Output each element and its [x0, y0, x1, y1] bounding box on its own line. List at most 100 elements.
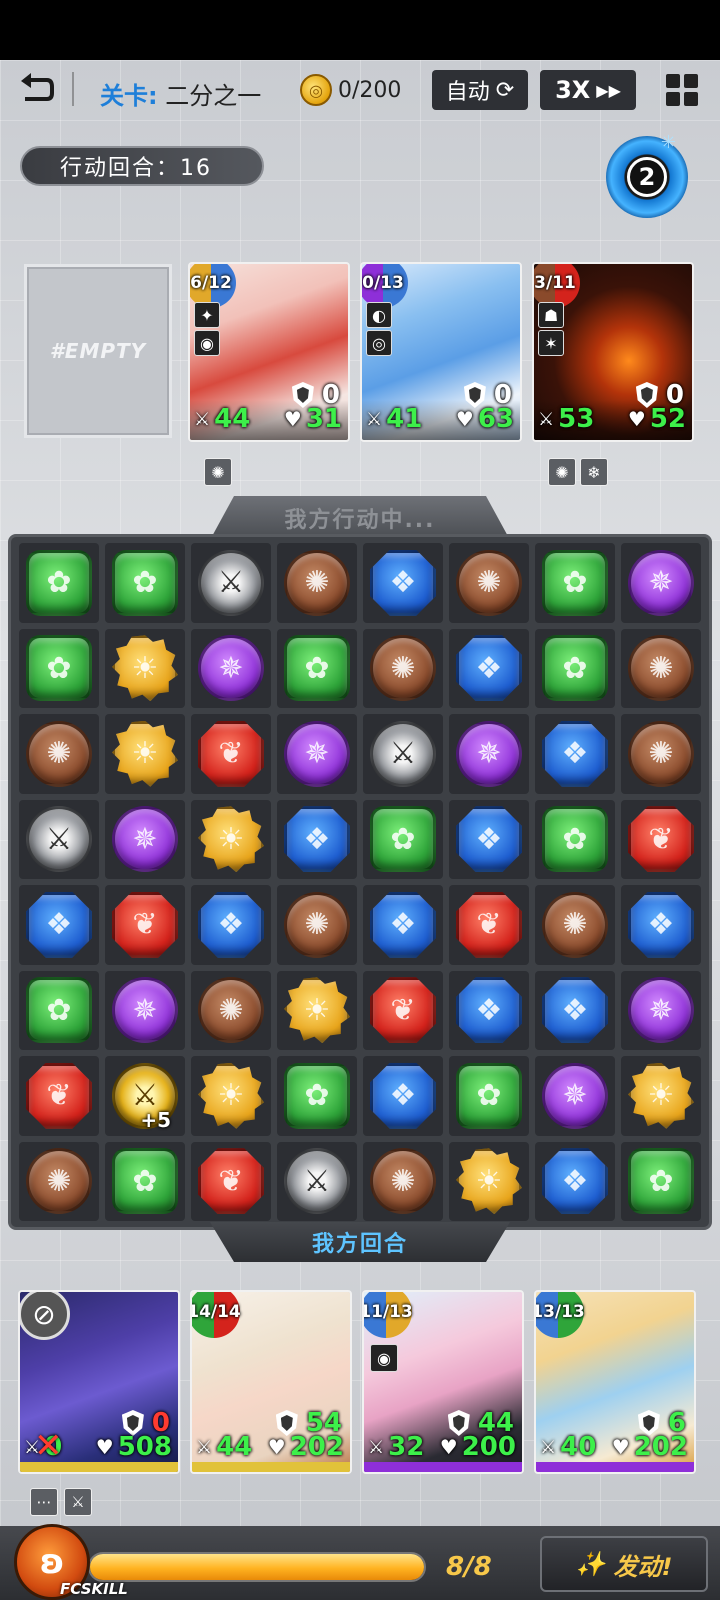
board-cell[interactable]: ☀ — [621, 1056, 701, 1136]
board-cell[interactable]: ❖ — [535, 1141, 615, 1221]
board-cell[interactable]: ✿ — [105, 543, 185, 623]
board-cell[interactable]: ☀ — [105, 628, 185, 708]
back-button[interactable] — [14, 68, 60, 108]
brown-gem-icon: ✺ — [26, 720, 92, 787]
skill-icon[interactable]: ✦ — [194, 302, 220, 328]
board-cell[interactable]: ☀ — [105, 714, 185, 794]
board-cell[interactable]: ☀ — [191, 799, 271, 879]
board-cell[interactable]: ✿ — [363, 799, 443, 879]
party-card-2[interactable]: 14/14 54 ⚔ 44 ♥ 202 — [190, 1290, 352, 1474]
enemy-card-3[interactable]: 3/11 ☗ ✶ 0 ⚔ 53 ♥ 52 — [532, 262, 694, 442]
board-cell[interactable]: ✵ — [277, 714, 357, 794]
board-cell[interactable]: ⚔ — [363, 714, 443, 794]
board-cell[interactable]: ✺ — [621, 714, 701, 794]
board-cell[interactable]: ❖ — [535, 714, 615, 794]
board-cell[interactable]: ✺ — [19, 1141, 99, 1221]
chat-icon[interactable]: ⋯ — [30, 1488, 58, 1516]
enemy-card-1[interactable]: 6/12 ✦ ◉ 0 ⚔ 44 ♥ 31 — [188, 262, 350, 442]
board-cell[interactable]: ✵ — [535, 1056, 615, 1136]
board-cell[interactable]: ✿ — [19, 970, 99, 1050]
boot-icon: ⚔ — [538, 408, 555, 430]
board-cell[interactable]: ⚔ — [277, 1141, 357, 1221]
blue-gem-icon: ❖ — [370, 1062, 436, 1129]
board-cell[interactable]: ❦ — [19, 1056, 99, 1136]
board-cell[interactable]: ❖ — [449, 970, 529, 1050]
board-cell[interactable]: ✺ — [19, 714, 99, 794]
board-cell[interactable]: ✵ — [105, 970, 185, 1050]
board-cell[interactable]: ✺ — [277, 885, 357, 965]
board-cell[interactable]: ❖ — [277, 799, 357, 879]
board-cell[interactable]: ✿ — [105, 1141, 185, 1221]
board-cell[interactable]: ❖ — [191, 885, 271, 965]
board-cell[interactable]: ✵ — [105, 799, 185, 879]
board-cell[interactable]: ✵ — [449, 714, 529, 794]
board-cell[interactable]: ❖ — [535, 970, 615, 1050]
status-effect-icon[interactable]: ✺ — [204, 458, 232, 486]
board-cell[interactable]: ✵ — [191, 628, 271, 708]
skill-icon[interactable]: ◉ — [194, 330, 220, 356]
board-cell[interactable]: ❖ — [363, 885, 443, 965]
board-cell[interactable]: ☀ — [277, 970, 357, 1050]
speed-button[interactable]: 3X ▶▶ — [540, 70, 636, 110]
board-cell[interactable]: ✺ — [449, 543, 529, 623]
skill-icon[interactable]: ◎ — [366, 330, 392, 356]
board-cell[interactable]: ✿ — [277, 1056, 357, 1136]
skill-icon[interactable]: ☗ — [538, 302, 564, 328]
swords-icon[interactable]: ⚔ — [64, 1488, 92, 1516]
board-cell[interactable]: ❖ — [363, 543, 443, 623]
board-cell[interactable]: ✺ — [535, 885, 615, 965]
board-cell[interactable]: ❖ — [621, 885, 701, 965]
party-card-4[interactable]: 13/13 6 ⚔ 40 ♥ 202 — [534, 1290, 696, 1474]
board-cell[interactable]: ✺ — [363, 628, 443, 708]
enemy-card-2[interactable]: 0/13 ◐ ◎ 0 ⚔ 41 ♥ 63 — [360, 262, 522, 442]
board-cell[interactable]: ✺ — [363, 1141, 443, 1221]
board-cell[interactable]: ☀ — [191, 1056, 271, 1136]
board-cell[interactable]: ✺ — [621, 628, 701, 708]
green-gem-icon: ✿ — [628, 1148, 694, 1215]
board-cell[interactable]: ❖ — [363, 1056, 443, 1136]
board-cell[interactable]: ✿ — [277, 628, 357, 708]
board-cell[interactable]: ✿ — [535, 628, 615, 708]
menu-grid-icon[interactable] — [662, 70, 702, 110]
board-cell[interactable]: ✿ — [621, 1141, 701, 1221]
board-cell[interactable]: ❖ — [449, 799, 529, 879]
red-gem-icon: ❦ — [198, 1148, 264, 1215]
board-cell[interactable]: ✿ — [449, 1056, 529, 1136]
freeze-icon[interactable]: ❄ — [580, 458, 608, 486]
purple-gem-icon: ✵ — [628, 549, 694, 616]
board-cell[interactable]: ❦ — [449, 885, 529, 965]
hp-stat: ♥ 52 — [627, 404, 686, 434]
yellow-gem-icon: ☀ — [198, 1062, 264, 1129]
board-cell[interactable]: ❦ — [191, 1141, 271, 1221]
board-cell[interactable]: ⚔ +5 — [105, 1056, 185, 1136]
green-gem-icon: ✿ — [26, 549, 92, 616]
activate-button[interactable]: ✨ 发动! — [540, 1536, 708, 1592]
board-cell[interactable]: ✿ — [535, 799, 615, 879]
boot-icon: ⚔ — [540, 1436, 557, 1458]
board-cell[interactable]: ✿ — [19, 543, 99, 623]
boot-icon: ⚔ — [196, 1436, 213, 1458]
skill-icon[interactable]: ✶ — [538, 330, 564, 356]
skill-icon[interactable]: ◐ — [366, 302, 392, 328]
board-cell[interactable]: ❖ — [19, 885, 99, 965]
board-cell[interactable]: ✿ — [19, 628, 99, 708]
board-cell[interactable]: ❖ — [449, 628, 529, 708]
board-cell[interactable]: ❦ — [363, 970, 443, 1050]
board-cell[interactable]: ❦ — [621, 799, 701, 879]
status-effect-icon[interactable]: ✺ — [548, 458, 576, 486]
board-cell[interactable]: ✵ — [621, 970, 701, 1050]
auto-button[interactable]: 自动 ⟳ — [432, 70, 528, 110]
board-cell[interactable]: ✿ — [535, 543, 615, 623]
party-card-1[interactable]: ⊘ 0 ⚔ 0 ✕ ♥ 508 — [18, 1290, 180, 1474]
board-cell[interactable]: ⚔ — [191, 543, 271, 623]
board-cell[interactable]: ✺ — [277, 543, 357, 623]
party-card-3[interactable]: 11/13 ◉ 44 ⚔ 32 ♥ 200 — [362, 1290, 524, 1474]
empty-enemy-slot: #EMPTY — [24, 264, 172, 438]
board-cell[interactable]: ☀ — [449, 1141, 529, 1221]
board-cell[interactable]: ❦ — [191, 714, 271, 794]
board-cell[interactable]: ✵ — [621, 543, 701, 623]
skill-icon[interactable]: ◉ — [370, 1344, 398, 1372]
board-cell[interactable]: ❦ — [105, 885, 185, 965]
board-cell[interactable]: ⚔ — [19, 799, 99, 879]
board-cell[interactable]: ✺ — [191, 970, 271, 1050]
